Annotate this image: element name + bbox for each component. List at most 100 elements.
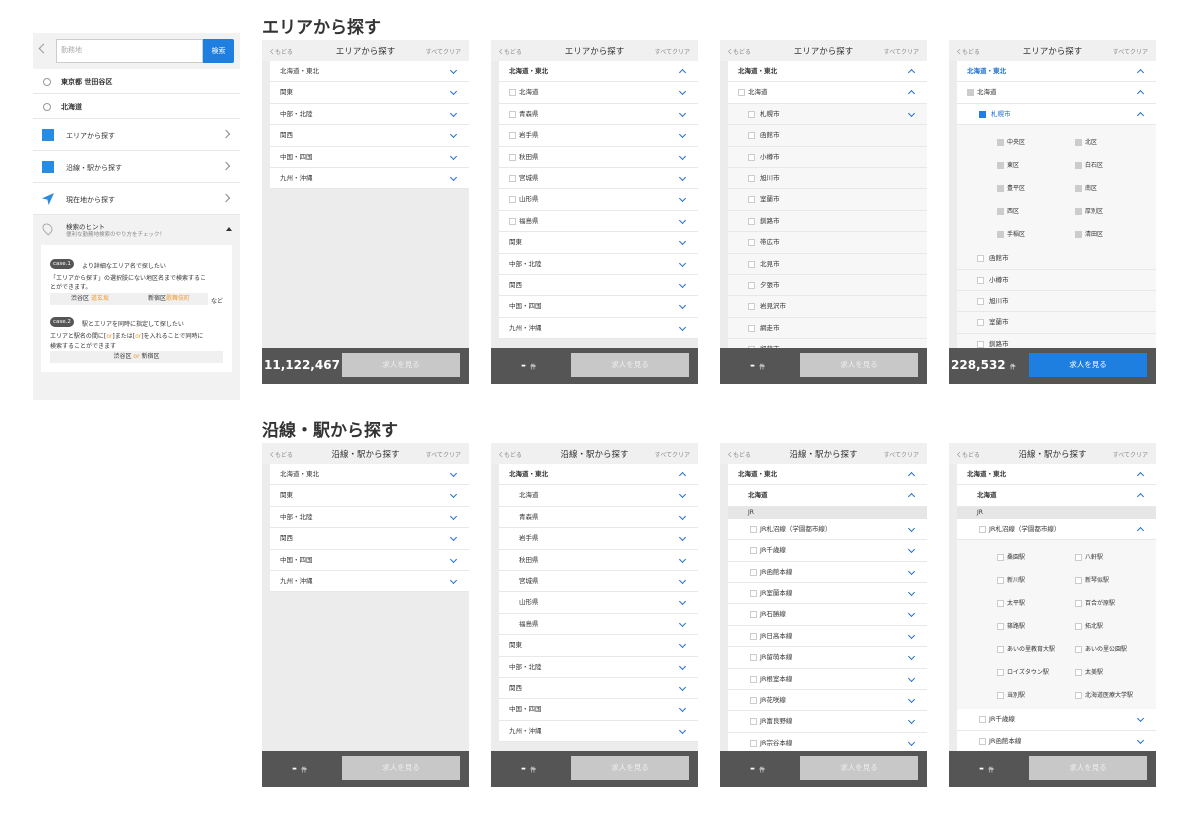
list-item[interactable]: 九州・沖縄 xyxy=(270,167,469,190)
checkbox[interactable] xyxy=(1075,577,1082,585)
list-item[interactable]: 関東 xyxy=(270,82,469,104)
station-option[interactable]: あいの里教育大駅 xyxy=(997,640,1075,659)
checkbox[interactable] xyxy=(509,132,516,140)
list-item[interactable]: 福島県 xyxy=(499,210,698,233)
list-item[interactable]: 山形県 xyxy=(499,592,698,614)
back-chevron-icon[interactable] xyxy=(38,43,49,54)
checkbox[interactable] xyxy=(750,589,757,597)
list-item[interactable]: 札幌市 xyxy=(957,103,1156,126)
list-item[interactable]: 関東 xyxy=(270,485,469,507)
list-item[interactable]: 夕張市 xyxy=(728,274,927,297)
checkbox[interactable] xyxy=(977,276,984,284)
view-jobs-button[interactable]: 求人を見る xyxy=(800,353,918,377)
list-item[interactable]: 小樽市 xyxy=(957,269,1156,291)
list-item[interactable]: 関東 xyxy=(499,635,698,657)
list-item[interactable]: 岩手県 xyxy=(499,125,698,147)
checkbox[interactable] xyxy=(979,110,986,118)
checkbox[interactable] xyxy=(738,89,745,97)
checkbox[interactable] xyxy=(748,196,755,204)
list-item[interactable]: 関西 xyxy=(270,125,469,147)
list-item[interactable]: 九州・沖縄 xyxy=(499,720,698,743)
list-item[interactable]: JR千歳線 xyxy=(957,709,1156,731)
list-item[interactable]: 宮城県 xyxy=(499,167,698,190)
checkbox[interactable] xyxy=(509,153,516,161)
nav-area-search[interactable]: エリアから探す xyxy=(33,119,240,151)
list-item[interactable]: 旭川市 xyxy=(728,167,927,190)
ward-option[interactable]: 手稲区 xyxy=(997,225,1075,244)
list-item[interactable]: 帯広市 xyxy=(728,232,927,254)
clear-all-link[interactable]: すべてクリア xyxy=(426,47,461,56)
checkbox[interactable] xyxy=(1075,600,1082,608)
list-item[interactable]: 岩見沢市 xyxy=(728,296,927,318)
list-item[interactable]: 中国・四国 xyxy=(499,699,698,721)
checkbox[interactable] xyxy=(750,654,757,662)
ward-option[interactable]: 中央区 xyxy=(997,133,1075,152)
location-search-input[interactable]: 勤務地 xyxy=(56,39,203,63)
list-item[interactable]: 北海道・東北 xyxy=(499,61,698,83)
list-item[interactable]: JR留萌本線 xyxy=(728,647,927,669)
list-item[interactable]: 関東 xyxy=(499,232,698,254)
checkbox[interactable] xyxy=(750,696,757,704)
checkbox[interactable] xyxy=(997,185,1004,193)
station-option[interactable]: 八軒駅 xyxy=(1075,548,1153,567)
list-item[interactable]: 旭川市 xyxy=(957,290,1156,313)
list-item[interactable]: 釧路市 xyxy=(728,210,927,233)
checkbox[interactable] xyxy=(748,153,755,161)
checkbox[interactable] xyxy=(997,139,1004,147)
list-item[interactable]: 北海道・東北 xyxy=(270,61,469,83)
station-option[interactable]: 当別駅 xyxy=(997,686,1075,705)
checkbox[interactable] xyxy=(1075,231,1082,239)
list-item[interactable]: JR富良野線 xyxy=(728,711,927,733)
checkbox[interactable] xyxy=(750,718,757,726)
list-item[interactable]: JR函館本線 xyxy=(957,730,1156,752)
checkbox[interactable] xyxy=(977,297,984,305)
list-item[interactable]: 関西 xyxy=(499,677,698,700)
checkbox[interactable] xyxy=(997,600,1004,608)
checkbox[interactable] xyxy=(750,739,757,747)
list-item[interactable]: JR日高本線 xyxy=(728,625,927,648)
ward-option[interactable]: 東区 xyxy=(997,156,1075,175)
view-jobs-button[interactable]: 求人を見る xyxy=(800,756,918,780)
list-item[interactable]: 北海道 xyxy=(728,485,927,507)
checkbox[interactable] xyxy=(748,281,755,289)
checkbox[interactable] xyxy=(748,303,755,311)
checkbox[interactable] xyxy=(748,132,755,140)
station-option[interactable]: 太平駅 xyxy=(997,594,1075,613)
ward-option[interactable]: 南区 xyxy=(1075,179,1153,198)
ward-option[interactable]: 清田区 xyxy=(1075,225,1153,244)
checkbox[interactable] xyxy=(750,611,757,619)
nav-current-location[interactable]: 現在地から探す xyxy=(33,183,240,215)
view-jobs-button[interactable]: 求人を見る xyxy=(571,756,689,780)
list-item[interactable]: 中部・北陸 xyxy=(499,656,698,678)
list-item[interactable]: 秋田県 xyxy=(499,146,698,168)
list-item[interactable]: 北海道・東北 xyxy=(957,61,1156,83)
checkbox[interactable] xyxy=(997,554,1004,562)
view-jobs-button[interactable]: 求人を見る xyxy=(342,353,460,377)
clear-all-link[interactable]: すべてクリア xyxy=(1113,47,1148,56)
list-item[interactable]: JR根室本線 xyxy=(728,668,927,690)
list-item[interactable]: 室蘭市 xyxy=(728,189,927,211)
clear-all-link[interactable]: すべてクリア xyxy=(426,450,461,459)
checkbox[interactable] xyxy=(748,174,755,182)
list-item[interactable]: 函館市 xyxy=(728,125,927,147)
station-option[interactable]: 新琴似駅 xyxy=(1075,571,1153,590)
checkbox[interactable] xyxy=(1075,692,1082,700)
station-option[interactable]: 太美駅 xyxy=(1075,663,1153,682)
list-item[interactable]: 福島県 xyxy=(499,613,698,636)
list-item[interactable]: 北海道 xyxy=(957,82,1156,104)
clear-all-link[interactable]: すべてクリア xyxy=(1113,450,1148,459)
station-option[interactable]: 新川駅 xyxy=(997,571,1075,590)
list-item[interactable]: JR花咲線 xyxy=(728,689,927,712)
list-item[interactable]: 北海道・東北 xyxy=(728,61,927,83)
checkbox[interactable] xyxy=(750,632,757,640)
station-option[interactable]: 桑園駅 xyxy=(997,548,1075,567)
list-item[interactable]: 中部・北陸 xyxy=(270,506,469,529)
clear-all-link[interactable]: すべてクリア xyxy=(884,450,919,459)
checkbox[interactable] xyxy=(997,577,1004,585)
list-item[interactable]: 室蘭市 xyxy=(957,312,1156,334)
list-item[interactable]: 中国・四国 xyxy=(270,549,469,571)
checkbox[interactable] xyxy=(997,692,1004,700)
list-item[interactable]: JR札沼線（学園都市線） xyxy=(957,518,1156,541)
checkbox[interactable] xyxy=(748,260,755,268)
checkbox[interactable] xyxy=(748,217,755,225)
